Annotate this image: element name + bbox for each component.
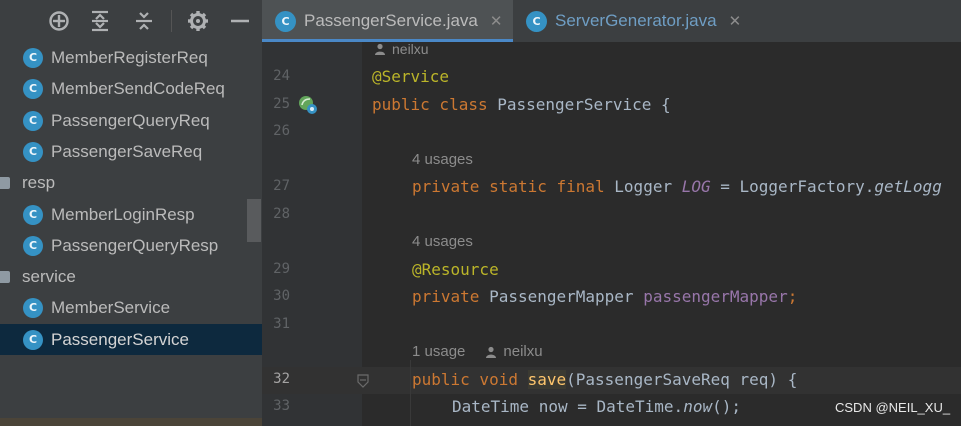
tree-item-label: PassengerQueryResp (51, 235, 219, 255)
tree-folder-service[interactable]: service (0, 261, 262, 292)
tree-item-label: MemberService (51, 297, 171, 317)
gear-icon[interactable] (186, 9, 210, 33)
tab-label: ServerGenerator.java (555, 11, 717, 30)
line-number: 33 (273, 398, 290, 414)
expand-all-icon[interactable] (88, 9, 112, 33)
sidebar-toolbar (0, 0, 262, 42)
line-number: 30 (273, 288, 290, 304)
tree-item-passengersavereq[interactable]: C PassengerSaveReq (0, 136, 262, 167)
class-icon: C (23, 235, 43, 256)
line-number: 25 (273, 96, 290, 112)
line-number: 26 (273, 123, 290, 139)
tree-item-label: PassengerQueryReq (51, 110, 210, 130)
spring-bean-icon[interactable] (297, 94, 319, 116)
tree-item-label: service (22, 266, 76, 286)
class-icon: C (23, 47, 43, 68)
folder-icon (0, 270, 10, 283)
tree-item-memberservice[interactable]: C MemberService (0, 292, 262, 323)
line-number: 31 (273, 316, 290, 332)
tree-item-label: MemberSendCodeReq (51, 78, 225, 98)
indent-guide (410, 360, 411, 426)
static-call: now (683, 397, 713, 416)
annotation: @Service (372, 67, 450, 86)
minimize-icon[interactable] (228, 9, 252, 33)
tree-item-label: MemberLoginResp (51, 204, 195, 224)
author-name: neilxu (392, 41, 429, 57)
method-name: save (527, 370, 567, 389)
class-icon: C (526, 10, 547, 32)
tree-item-passengerservice[interactable]: C PassengerService (0, 324, 262, 355)
tree-item-memberregisterreq[interactable]: C MemberRegisterReq (0, 42, 262, 73)
semicolon: ; (787, 287, 798, 306)
tree-item-membersendcodereq[interactable]: C MemberSendCodeReq (0, 73, 262, 104)
code-line-27: private static final Logger LOG = Logger… (412, 177, 942, 196)
code-text: (PassengerSaveReq req) { (566, 370, 798, 389)
collapse-all-icon[interactable] (132, 9, 156, 33)
type-name: PassengerMapper (479, 287, 644, 306)
tab-servergenerator[interactable]: C ServerGenerator.java ✕ (513, 0, 763, 42)
class-icon: C (23, 141, 43, 162)
keyword: public class (372, 95, 488, 114)
static-field: LOG (681, 177, 711, 196)
watermark: CSDN @NEIL_XU_ (835, 400, 951, 415)
line-number-current: 32 (273, 371, 290, 387)
close-icon[interactable]: ✕ (490, 12, 503, 30)
class-icon: C (23, 297, 43, 318)
line-number: 29 (273, 261, 290, 277)
keyword: public void (412, 370, 518, 389)
code-line-33: DateTime now = DateTime.now(); (452, 397, 741, 416)
tree-item-memberloginresp[interactable]: C MemberLoginResp (0, 199, 262, 230)
project-sidebar: C MemberRegisterReq C MemberSendCodeReq … (0, 0, 262, 426)
static-call: getLogg (874, 177, 942, 196)
class-icon: C (23, 78, 43, 99)
code-line-25: public class PassengerService { (372, 95, 671, 114)
tree-item-label: resp (22, 172, 56, 192)
tree-item-label: PassengerSaveReq (51, 141, 203, 161)
keyword: private (412, 287, 480, 306)
field-name: passengerMapper (643, 287, 788, 306)
code-line-32: public void save(PassengerSaveReq req) { (412, 370, 797, 389)
usages-hint-line32[interactable]: 1 usage neilxu (412, 343, 543, 360)
tree-item-passengerqueryreq[interactable]: C PassengerQueryReq (0, 105, 262, 136)
close-icon[interactable]: ✕ (729, 12, 742, 30)
tab-passengerservice[interactable]: C PassengerService.java ✕ (262, 0, 513, 42)
code-text: DateTime now = DateTime. (452, 397, 684, 416)
person-icon (375, 43, 385, 55)
code-line-24: @Service (372, 67, 449, 86)
class-icon: C (23, 204, 43, 225)
usages-count: 1 usage (412, 343, 466, 360)
tree-item-passengerqueryresp[interactable]: C PassengerQueryResp (0, 230, 262, 261)
tree-folder-resp[interactable]: resp (0, 167, 262, 198)
annotation: @Resource (412, 260, 499, 279)
author-hint[interactable]: neilxu (374, 41, 429, 57)
usage-author: neilxu (503, 343, 543, 360)
usages-hint[interactable]: 4 usages (412, 151, 473, 168)
class-name: PassengerService { (487, 95, 671, 114)
line-number: 27 (273, 178, 290, 194)
class-icon: C (23, 329, 43, 350)
tree-item-label: PassengerService (51, 329, 189, 349)
type-name: Logger (604, 177, 682, 196)
toolbar-separator (171, 10, 172, 32)
usages-hint[interactable]: 4 usages (412, 233, 473, 250)
code-line-30: private PassengerMapper passengerMapper; (412, 287, 797, 306)
folder-icon (0, 176, 10, 189)
class-icon: C (275, 10, 296, 32)
class-icon: C (23, 110, 43, 131)
person-icon (486, 346, 497, 358)
fold-icon[interactable] (356, 373, 370, 389)
sidebar-bottom-strip (0, 418, 262, 426)
locate-icon[interactable] (47, 9, 71, 33)
sidebar-scrollbar-thumb[interactable] (247, 199, 261, 242)
keyword: private static final (412, 177, 605, 196)
code-line-29: @Resource (412, 260, 499, 279)
line-number: 24 (273, 68, 290, 84)
tree-item-label: MemberRegisterReq (51, 47, 208, 67)
tab-label: PassengerService.java (304, 11, 478, 30)
code-text: = LoggerFactory. (710, 177, 875, 196)
editor-tab-bar: C PassengerService.java ✕ C ServerGenera… (262, 0, 961, 42)
line-number: 28 (273, 206, 290, 222)
code-text: (); (712, 397, 741, 416)
